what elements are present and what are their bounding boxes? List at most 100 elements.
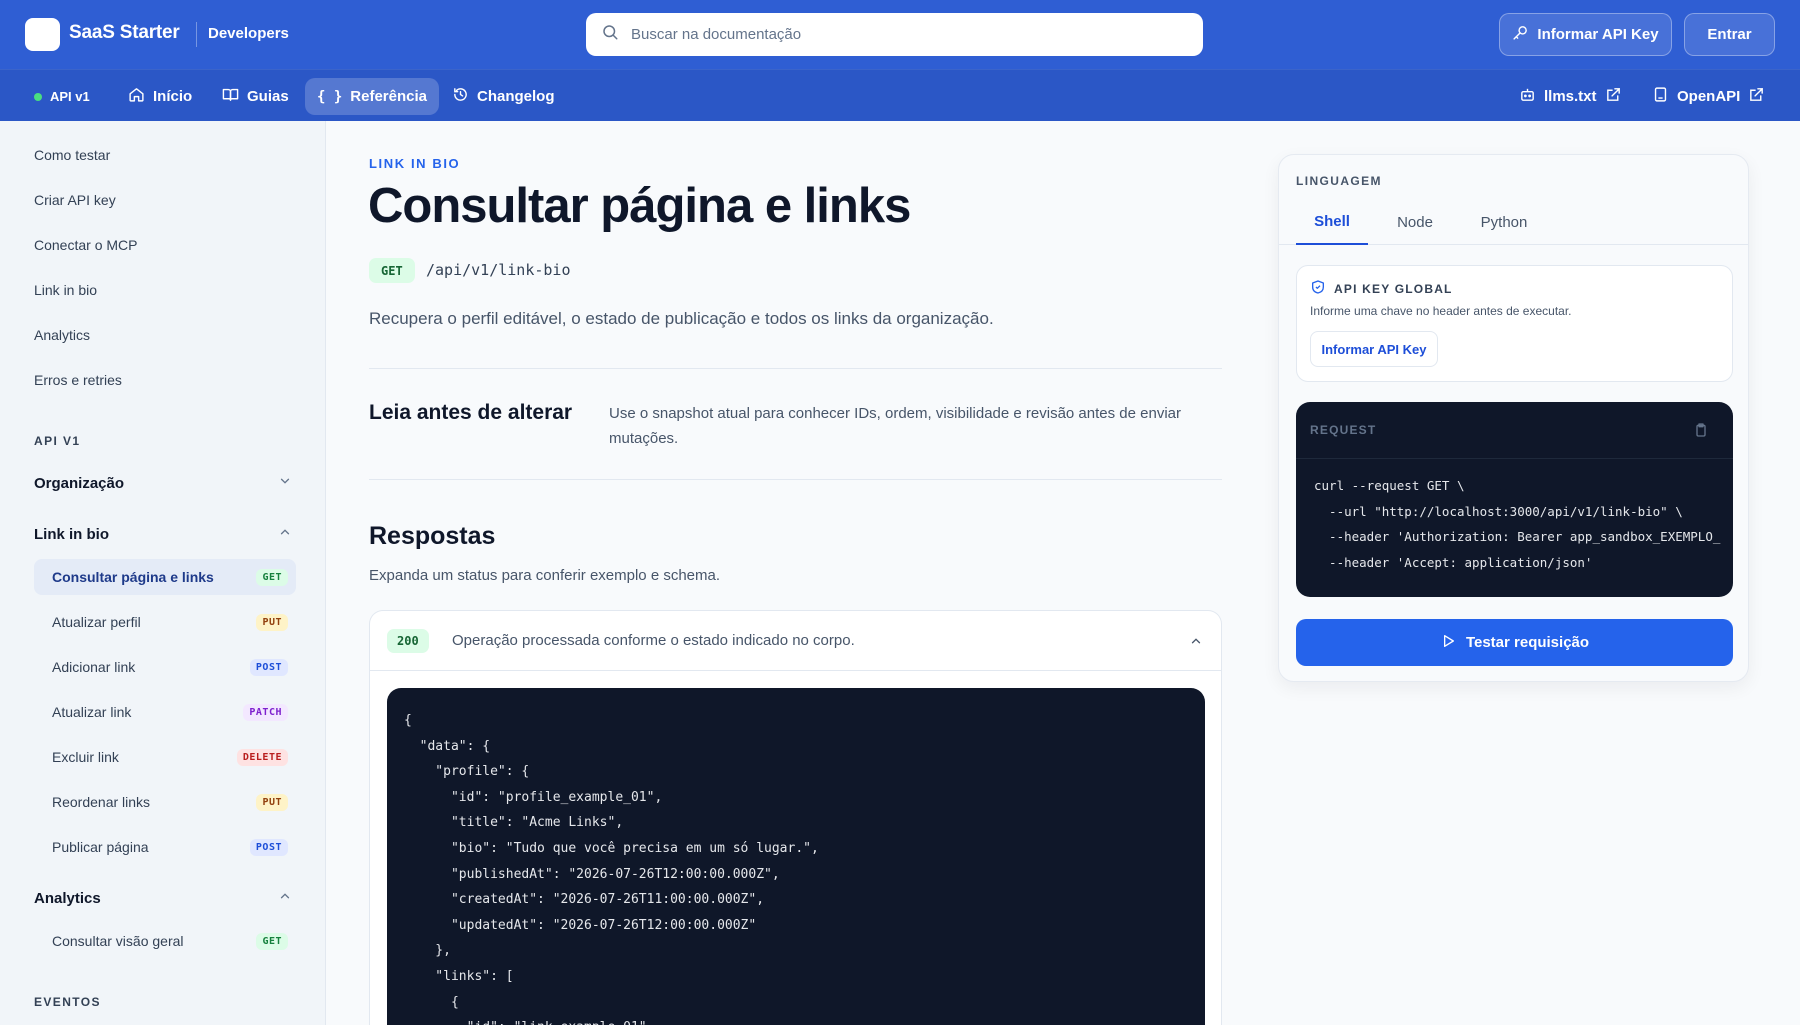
api-key-button-label: Informar API Key: [1537, 26, 1659, 43]
chevron-up-icon: [278, 889, 292, 907]
request-code: curl --request GET \ --url "http://local…: [1314, 478, 1721, 570]
response-header[interactable]: 200 Operação processada conforme o estad…: [370, 611, 1221, 671]
request-card: REQUEST curl --request GET \ --url "http…: [1296, 402, 1733, 597]
sidebar-item-consultar-pagina[interactable]: Consultar página e links GET: [34, 559, 296, 595]
sidebar-item-label: Atualizar perfil: [52, 614, 141, 630]
sidebar-link-erros-retries[interactable]: Erros e retries: [34, 372, 122, 388]
method-badge: PATCH: [243, 703, 288, 721]
search-box[interactable]: [586, 13, 1203, 56]
note-text: Use o snapshot atual para conhecer IDs, …: [609, 405, 1181, 447]
response-code: { "data": { "profile": { "id": "profile_…: [404, 713, 819, 1025]
method-badge: GET: [256, 932, 288, 950]
document-icon: [1652, 86, 1669, 107]
book-icon: [222, 86, 239, 107]
nav-item-referencia[interactable]: { } Referência: [305, 78, 440, 115]
login-button-label: Entrar: [1707, 26, 1752, 43]
sidebar-item-atualizar-link[interactable]: Atualizar link PATCH: [34, 694, 296, 730]
sidebar-item-publicar-pagina[interactable]: Publicar página POST: [34, 829, 296, 865]
sidebar-group-label: Organização: [34, 474, 125, 492]
sidebar-link-como-testar[interactable]: Como testar: [34, 147, 110, 163]
sidebar-group-analytics[interactable]: Analytics: [34, 889, 292, 907]
sidebar-link-analytics[interactable]: Analytics: [34, 327, 90, 343]
note-title: Leia antes de alterar: [369, 401, 573, 424]
sidebar-group-label: Link in bio: [34, 525, 109, 543]
endpoint-description: Recupera o perfil editável, o estado de …: [369, 309, 994, 328]
sidebar-item-label: Reordenar links: [52, 794, 151, 810]
tab-node[interactable]: Node: [1379, 200, 1451, 245]
sidebar-item-reordenar-links[interactable]: Reordenar links PUT: [34, 784, 296, 820]
response-card: 200 Operação processada conforme o estad…: [369, 610, 1222, 1025]
sidebar-item-label: Publicar página: [52, 839, 149, 855]
sidebar-link-conectar-mcp[interactable]: Conectar o MCP: [34, 237, 137, 253]
search-input[interactable]: [631, 26, 1191, 43]
api-key-card-text: Informe uma chave no header antes de exe…: [1310, 304, 1572, 318]
method-badge: POST: [249, 838, 288, 856]
request-header: REQUEST: [1296, 402, 1733, 459]
sidebar-item-label: Adicionar link: [52, 659, 136, 675]
status-badge: 200: [387, 629, 429, 653]
api-key-card: API KEY GLOBAL Informe uma chave no head…: [1296, 265, 1733, 382]
nav-item-changelog[interactable]: Changelog: [440, 78, 567, 115]
nav-link-label: llms.txt: [1544, 88, 1597, 105]
api-version-label: API v1: [50, 89, 90, 104]
tab-shell[interactable]: Shell: [1296, 200, 1368, 245]
brand-subtitle[interactable]: Developers: [208, 25, 289, 42]
nav-item-label: Changelog: [477, 88, 555, 105]
nav-link-llms[interactable]: llms.txt: [1507, 78, 1634, 115]
brand-name[interactable]: SaaS Starter: [69, 22, 180, 44]
sidebar-item-label: Excluir link: [52, 749, 119, 765]
nav-item-label: Referência: [350, 88, 428, 105]
home-icon: [128, 86, 145, 107]
sidebar-item-label: Atualizar link: [52, 704, 132, 720]
sidebar-section-api: API V1: [34, 434, 81, 448]
try-it-panel: LINGUAGEM Shell Node Python API KEY GLOB…: [1278, 154, 1749, 682]
response-code-block: { "data": { "profile": { "id": "profile_…: [387, 688, 1205, 1025]
chevron-up-icon: [278, 525, 292, 543]
language-label: LINGUAGEM: [1296, 174, 1382, 188]
sidebar-link-criar-api-key[interactable]: Criar API key: [34, 192, 116, 208]
page-title: Consultar página e links: [368, 179, 911, 233]
status-dot: [34, 92, 42, 101]
sidebar-item-consultar-visao-geral[interactable]: Consultar visão geral GET: [34, 923, 296, 959]
api-key-button[interactable]: Informar API Key: [1499, 13, 1672, 56]
method-badge: POST: [249, 658, 288, 676]
main-nav: API v1 Início Guias { } Referência Chang…: [0, 69, 1800, 121]
test-request-button[interactable]: Testar requisição: [1296, 619, 1733, 666]
divider: [369, 479, 1222, 480]
nav-item-label: Guias: [247, 88, 289, 105]
chevron-up-icon[interactable]: [1189, 634, 1203, 648]
divider: [369, 368, 1222, 369]
login-button[interactable]: Entrar: [1684, 13, 1775, 56]
sidebar-group-link-in-bio[interactable]: Link in bio: [34, 525, 292, 543]
search-icon: [601, 23, 619, 46]
braces-icon: { }: [317, 88, 343, 105]
language-tabs: Shell Node Python: [1279, 200, 1748, 245]
nav-item-label: Início: [153, 88, 193, 105]
test-request-button-label: Testar requisição: [1465, 634, 1590, 651]
sidebar-item-atualizar-perfil[interactable]: Atualizar perfil PUT: [34, 604, 296, 640]
request-label: REQUEST: [1310, 423, 1377, 437]
api-key-card-title-text: API KEY GLOBAL: [1334, 281, 1453, 296]
tab-python[interactable]: Python: [1459, 200, 1549, 245]
bot-icon: [1519, 86, 1536, 107]
sidebar-group-organizacao[interactable]: Organização: [34, 474, 292, 492]
top-header: SaaS Starter Developers Informar API Key…: [0, 0, 1800, 69]
responses-subtitle: Expanda um status para conferir exemplo …: [369, 567, 721, 584]
sidebar-item-adicionar-link[interactable]: Adicionar link POST: [34, 649, 296, 685]
nav-link-openapi[interactable]: OpenAPI: [1640, 78, 1777, 115]
external-link-icon: [1605, 86, 1622, 107]
nav-item-guias[interactable]: Guias: [210, 78, 301, 115]
nav-item-inicio[interactable]: Início: [116, 78, 204, 115]
copy-icon[interactable]: [1693, 422, 1709, 438]
api-key-card-button[interactable]: Informar API Key: [1310, 331, 1438, 367]
api-version-badge[interactable]: API v1: [22, 78, 102, 115]
responses-title: Respostas: [369, 522, 496, 550]
method-badge: PUT: [256, 613, 288, 631]
method-badge: PUT: [256, 793, 288, 811]
key-icon: [1512, 24, 1529, 45]
brand-logo[interactable]: [25, 18, 60, 51]
sidebar-item-excluir-link[interactable]: Excluir link DELETE: [34, 739, 296, 775]
method-badge: DELETE: [236, 748, 288, 766]
sidebar-item-label: Consultar página e links: [52, 569, 214, 585]
sidebar-link-link-in-bio[interactable]: Link in bio: [34, 282, 97, 298]
